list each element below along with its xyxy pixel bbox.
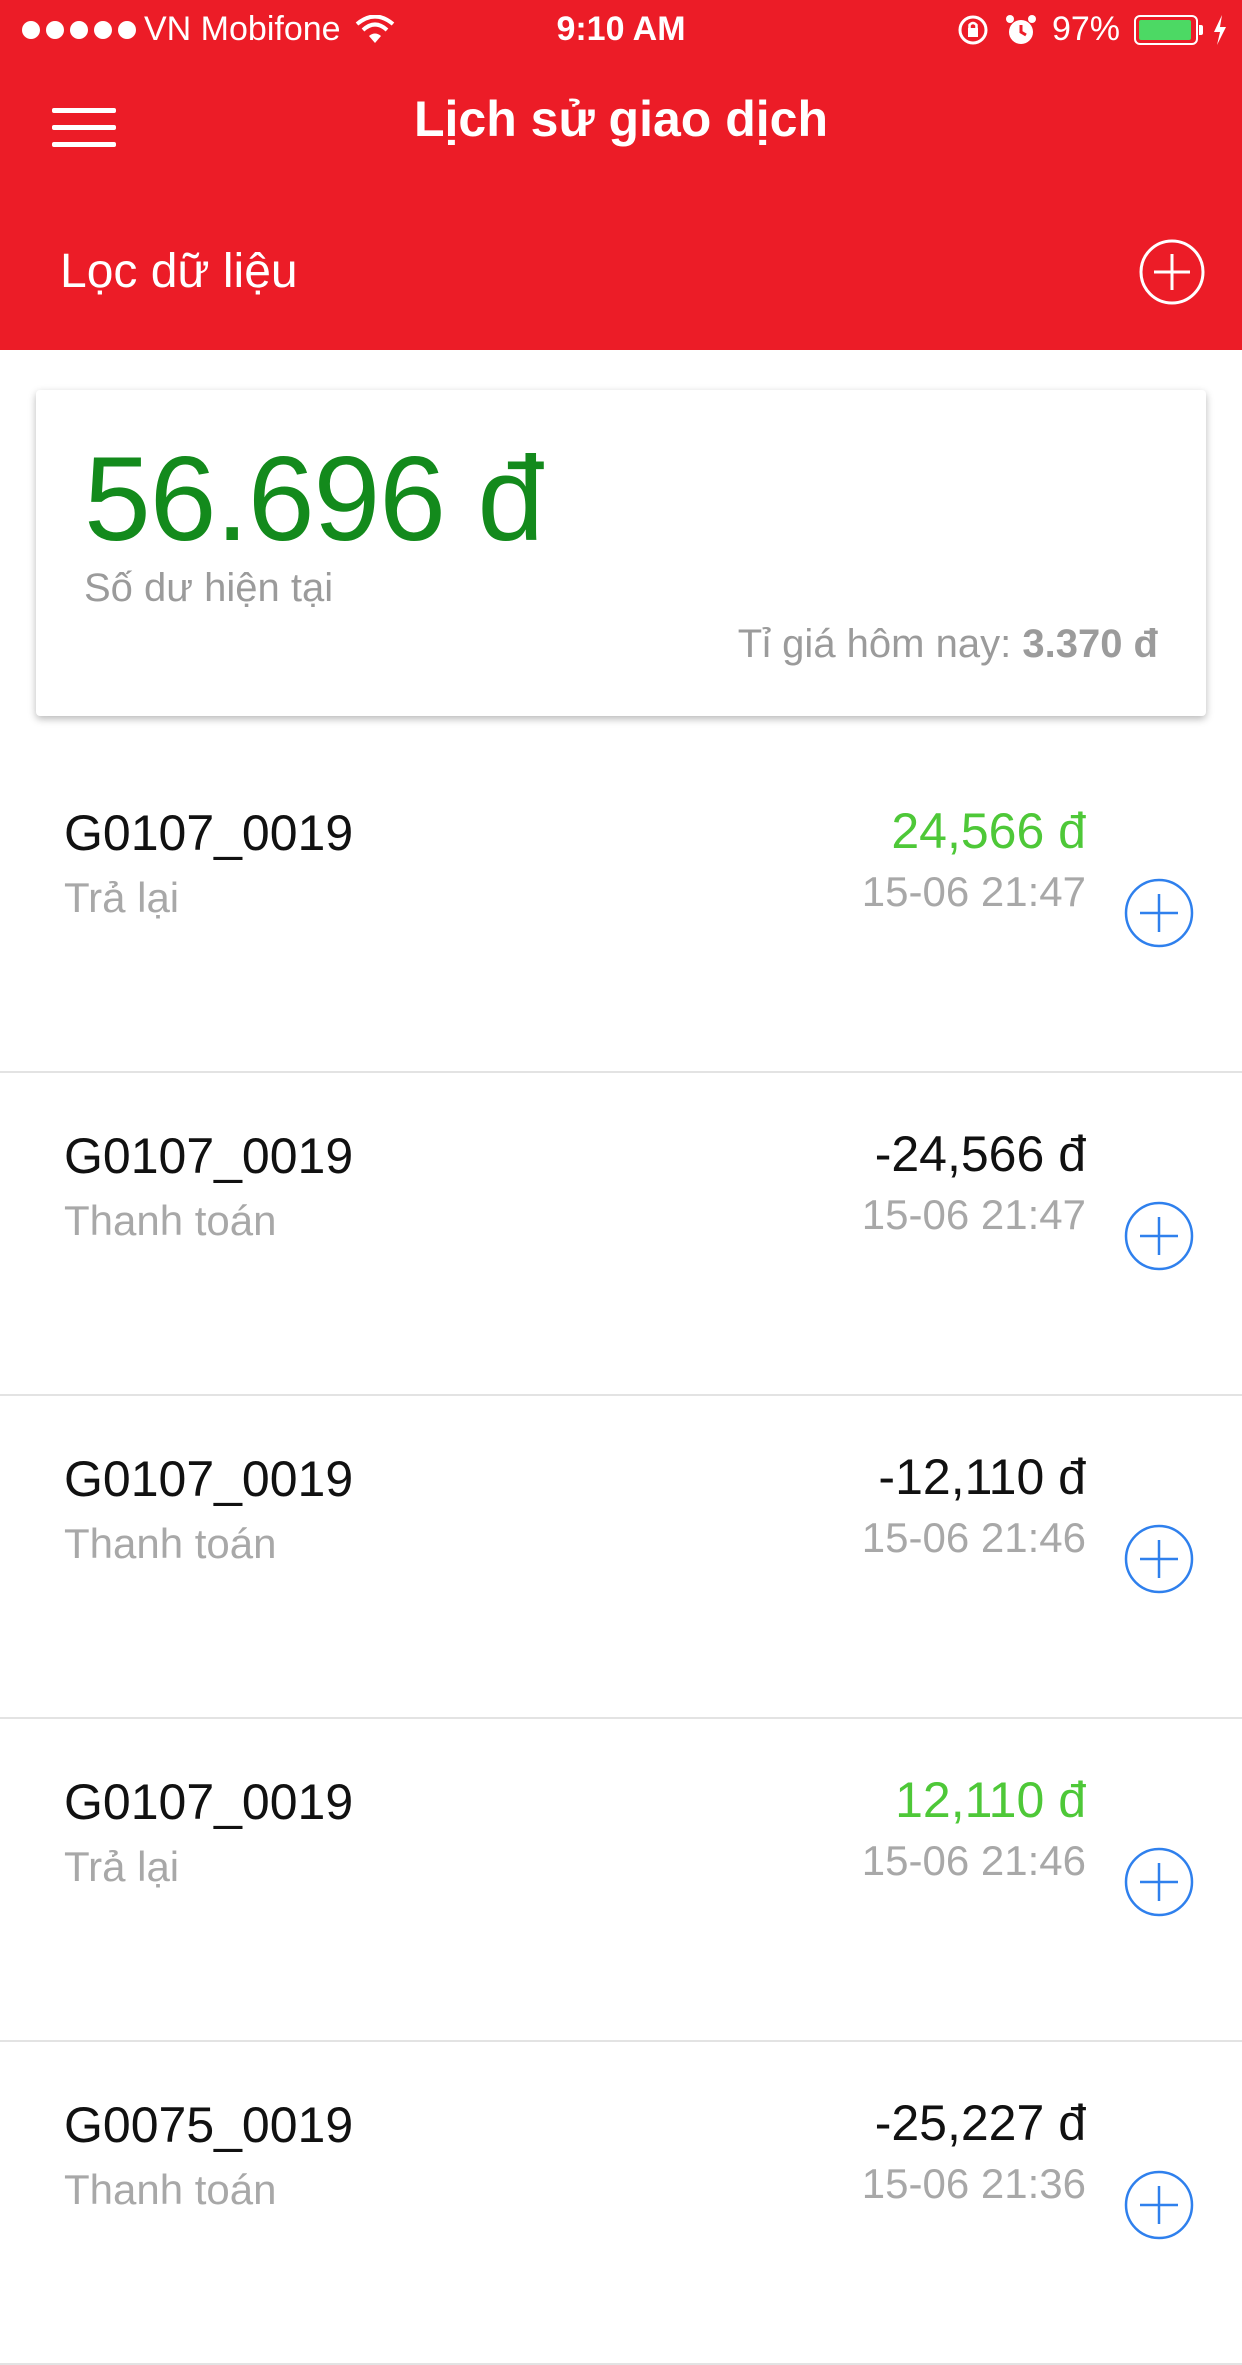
transaction-type: Thanh toán <box>64 1197 277 1244</box>
transaction-row[interactable]: G0107_0019 Trả lại 12,110 đ 15-06 21:46 <box>0 1719 1242 2042</box>
balance-label: Số dư hiện tại <box>84 566 334 610</box>
transaction-amount: -24,566 đ <box>874 1126 1086 1182</box>
transaction-type: Thanh toán <box>64 1520 277 1567</box>
transaction-amount: 24,566 đ <box>891 803 1086 859</box>
exchange-rate: Tỉ giá hôm nay: 3.370 đ <box>738 622 1158 667</box>
transaction-row[interactable]: G0075_0019 Thanh toán -25,227 đ 15-06 21… <box>0 2042 1242 2365</box>
plus-circle-icon[interactable] <box>1124 1847 1194 1917</box>
alarm-icon <box>1005 14 1036 44</box>
battery-fill <box>1139 19 1192 40</box>
rate-value: 3.370 đ <box>1022 622 1158 666</box>
plus-circle-icon[interactable] <box>1124 1201 1194 1271</box>
status-right: 97% <box>956 10 1228 49</box>
page-title: Lịch sử giao dịch <box>413 91 829 147</box>
balance-amount: 56.696 đ <box>84 432 544 566</box>
transaction-type: Trả lại <box>64 1843 180 1890</box>
filter-label[interactable]: Lọc dữ liệu <box>60 244 298 299</box>
transaction-code: G0075_0019 <box>64 2097 354 2153</box>
transaction-amount: -25,227 đ <box>874 2095 1086 2151</box>
transaction-time: 15-06 21:36 <box>861 2160 1086 2207</box>
balance-card: 56.696 đ Số dư hiện tại Tỉ giá hôm nay: … <box>36 390 1206 716</box>
transaction-row[interactable]: G0107_0019 Thanh toán -12,110 đ 15-06 21… <box>0 1396 1242 1719</box>
filter-add-icon[interactable] <box>1138 238 1206 306</box>
transaction-row[interactable]: G0107_0019 Trả lại 24,566 đ 15-06 21:47 <box>0 750 1242 1073</box>
transaction-row[interactable]: G0107_0019 Thanh toán -24,566 đ 15-06 21… <box>0 1073 1242 1396</box>
transaction-amount: -12,110 đ <box>878 1449 1086 1505</box>
transaction-type: Trả lại <box>64 874 180 921</box>
transaction-time: 15-06 21:47 <box>861 868 1086 915</box>
charging-icon <box>1214 14 1226 45</box>
plus-circle-icon[interactable] <box>1124 2170 1194 2240</box>
battery-percent: 97% <box>1051 10 1120 48</box>
transaction-code: G0107_0019 <box>64 1774 354 1830</box>
transaction-amount: 12,110 đ <box>895 1772 1086 1828</box>
rotation-lock-icon <box>958 15 988 44</box>
transaction-time: 15-06 21:46 <box>861 1837 1086 1884</box>
rate-label: Tỉ giá hôm nay: <box>737 622 1012 666</box>
transaction-type: Thanh toán <box>64 2166 277 2213</box>
transaction-code: G0107_0019 <box>64 1128 354 1184</box>
plus-circle-icon[interactable] <box>1124 1524 1194 1594</box>
battery-icon <box>1134 14 1203 45</box>
transaction-list: G0107_0019 Trả lại 24,566 đ 15-06 21:47 … <box>0 750 1242 2365</box>
transaction-time: 15-06 21:46 <box>861 1514 1086 1561</box>
status-bar: VN Mobifone 9:10 AM 97% <box>0 0 1242 60</box>
transaction-code: G0107_0019 <box>64 805 354 861</box>
transaction-time: 15-06 21:47 <box>861 1191 1086 1238</box>
plus-circle-icon[interactable] <box>1124 878 1194 948</box>
transaction-code: G0107_0019 <box>64 1451 354 1507</box>
